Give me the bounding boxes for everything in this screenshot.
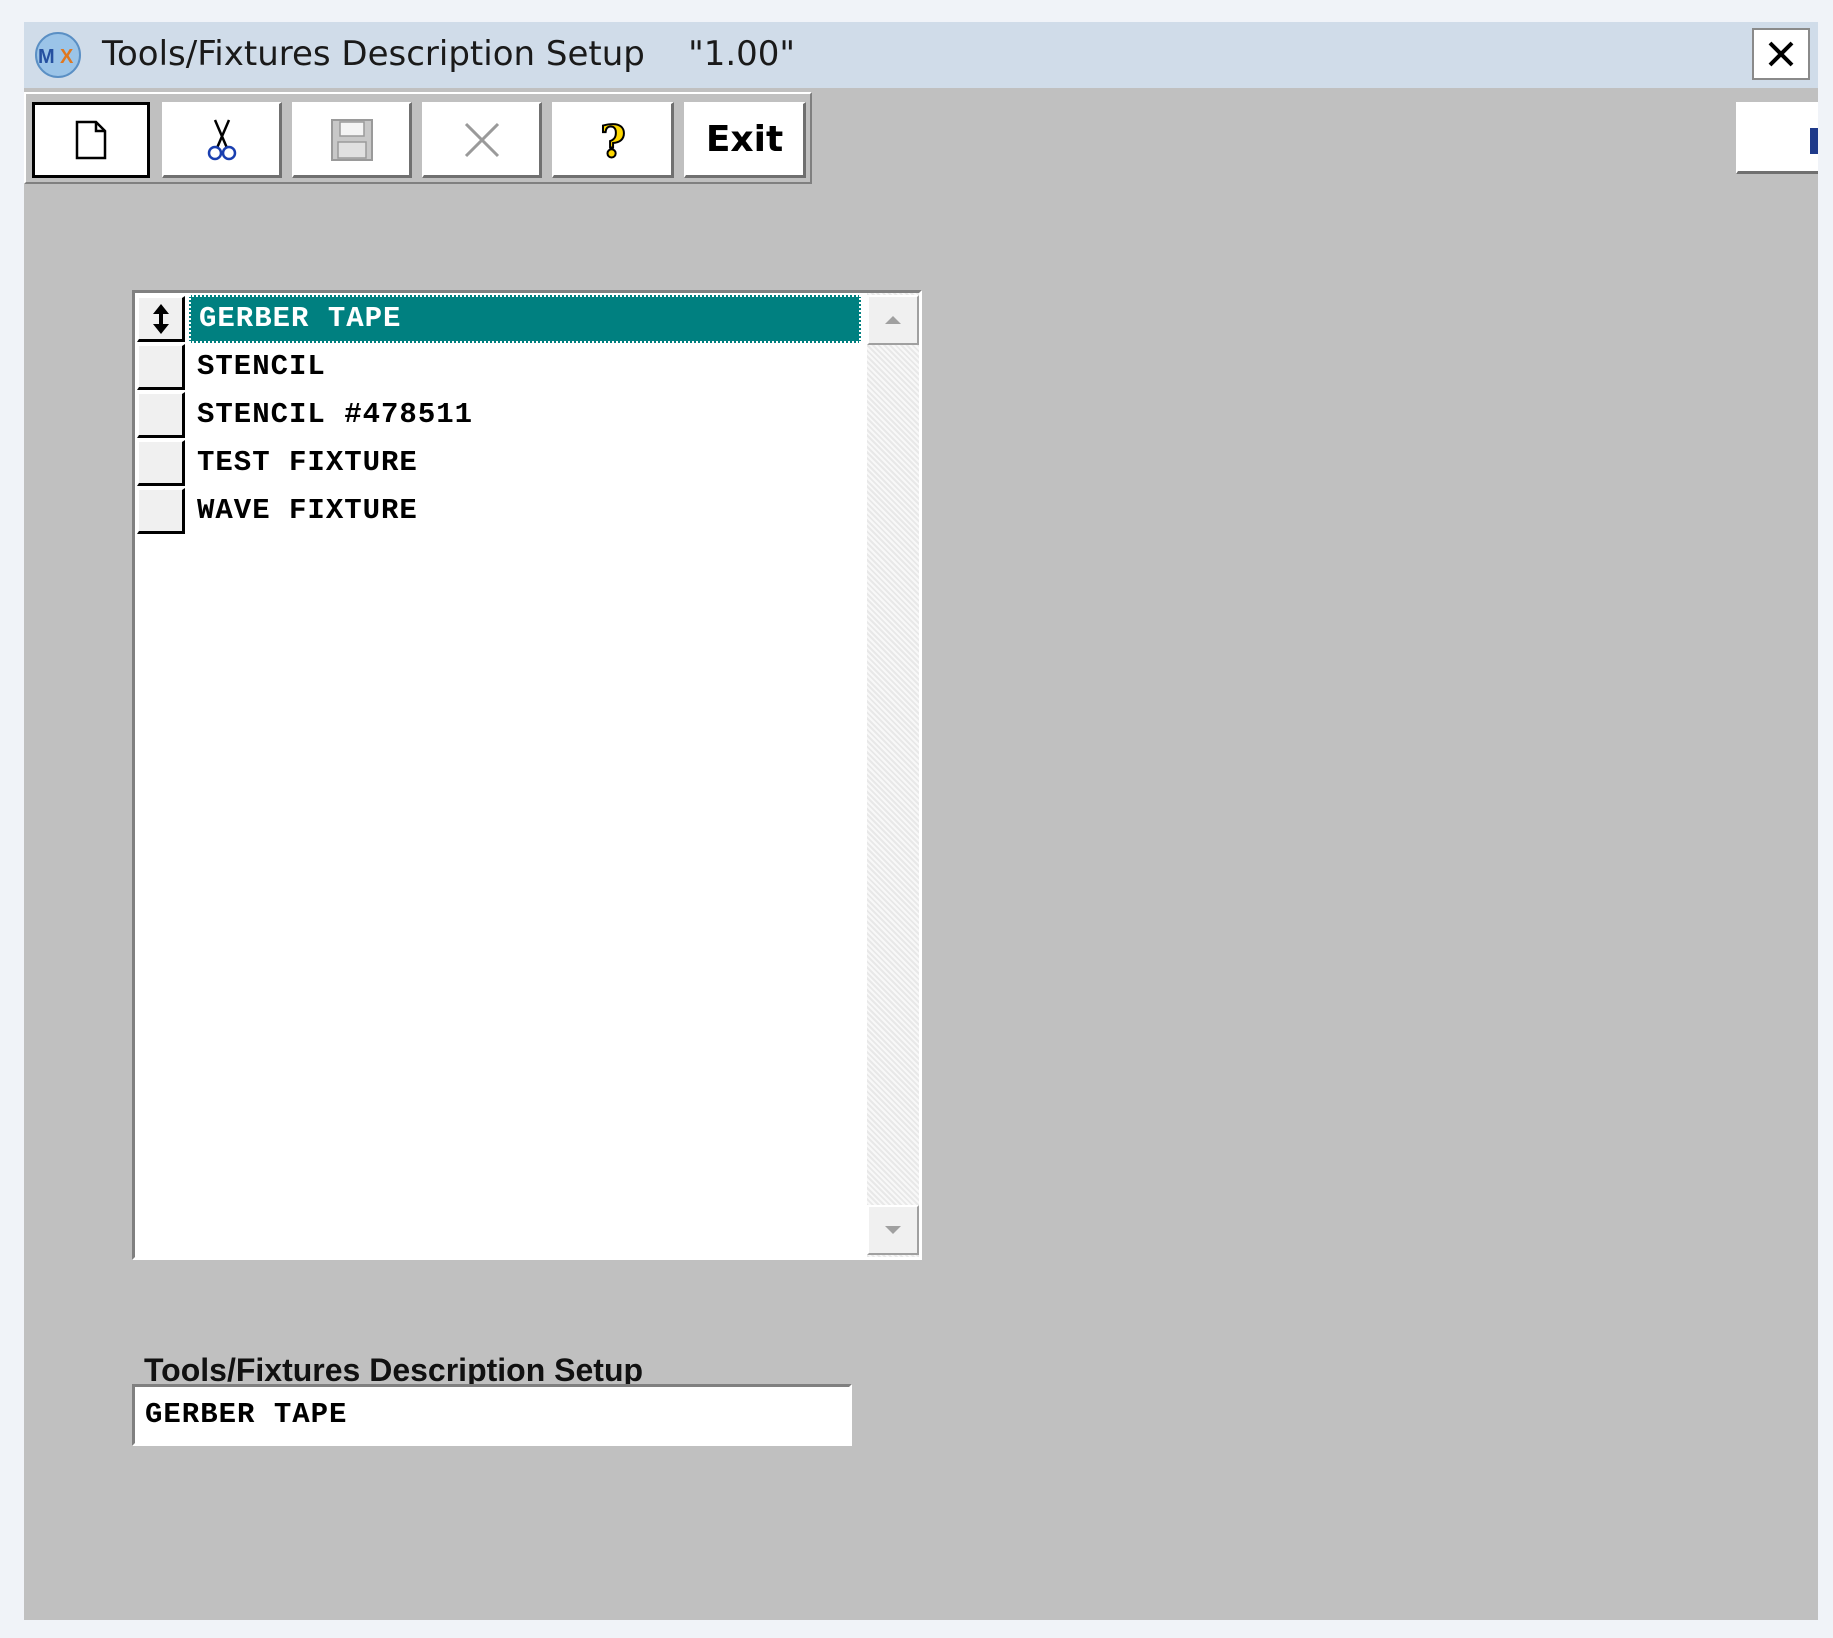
scroll-up-button[interactable] [867, 295, 919, 345]
window-title: Tools/Fixtures Description Setup "1.00" [102, 32, 795, 76]
row-handle[interactable] [137, 392, 185, 438]
list-item[interactable]: STENCIL [135, 343, 865, 391]
toolbar: ? Exit [24, 92, 812, 184]
window-title-text: Tools/Fixtures Description Setup [102, 34, 645, 74]
mx-app-icon: M X [35, 32, 81, 78]
list-item[interactable]: STENCIL #478511 [135, 391, 865, 439]
title-bar: M X Tools/Fixtures Description Setup "1.… [24, 22, 1818, 88]
resize-arrows-icon [152, 303, 169, 334]
list-item[interactable]: WAVE FIXTURE [135, 487, 865, 535]
description-list[interactable]: GERBER TAPE STENCIL STENCIL #478511 TEST… [132, 290, 922, 1260]
scissors-icon [207, 119, 236, 160]
row-handle[interactable] [137, 488, 185, 534]
row-handle[interactable] [137, 296, 185, 342]
list-item-label: WAVE FIXTURE [197, 494, 418, 527]
scroll-down-button[interactable] [867, 1205, 919, 1255]
list-item-label: STENCIL #478511 [197, 398, 474, 431]
close-button[interactable] [1752, 28, 1810, 80]
floppy-disk-icon [330, 118, 373, 161]
x-delete-icon [464, 122, 499, 157]
panel-marker-icon [1810, 128, 1818, 154]
chevron-up-icon [885, 316, 901, 324]
cut-button[interactable] [162, 102, 282, 178]
new-button[interactable] [32, 102, 150, 178]
window-version: "1.00" [688, 34, 796, 74]
close-icon [1768, 41, 1794, 67]
question-mark-icon: ? [599, 117, 627, 163]
list-item-label: STENCIL [197, 350, 326, 383]
svg-text:M: M [38, 46, 55, 68]
help-button[interactable]: ? [552, 102, 674, 178]
list-item[interactable]: TEST FIXTURE [135, 439, 865, 487]
vertical-scrollbar[interactable] [867, 293, 919, 1257]
exit-button[interactable]: Exit [684, 102, 806, 178]
chevron-down-icon [885, 1226, 901, 1234]
svg-text:X: X [60, 46, 74, 68]
row-handle[interactable] [137, 344, 185, 390]
list-item-label: GERBER TAPE [189, 295, 861, 343]
app-window: M X Tools/Fixtures Description Setup "1.… [24, 22, 1818, 1620]
row-handle[interactable] [137, 440, 185, 486]
exit-label: Exit [705, 119, 784, 160]
svg-text:?: ? [600, 117, 626, 163]
description-input[interactable]: GERBER TAPE [132, 1384, 852, 1446]
delete-button[interactable] [422, 102, 542, 178]
new-document-icon [75, 120, 107, 160]
list-item-label: TEST FIXTURE [197, 446, 418, 479]
side-panel-button[interactable] [1736, 102, 1818, 174]
save-button[interactable] [292, 102, 412, 178]
list-item[interactable]: GERBER TAPE [135, 295, 865, 343]
